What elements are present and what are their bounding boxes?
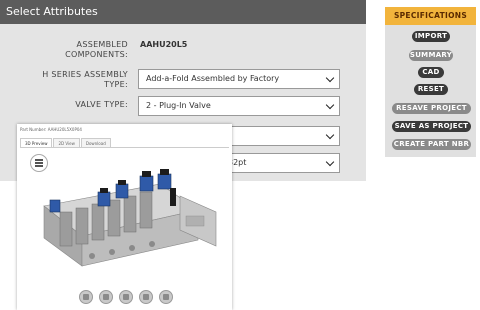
cube-view-icon[interactable] xyxy=(79,290,93,304)
part-viewer: Part Number: AAHU20L5X0P04 3D Preview 2D… xyxy=(17,124,232,310)
specifications-panel: SPECIFICATIONS IMPORT SUMMARY CAD RESET … xyxy=(385,7,476,157)
h-series-label: H SERIES ASSEMBLY TYPE: xyxy=(42,70,128,89)
shaded-view-icon[interactable] xyxy=(159,290,173,304)
assembled-components-label: ASSEMBLED COMPONENTS: xyxy=(65,40,128,59)
iso-view-icon[interactable] xyxy=(119,290,133,304)
assembled-components-value: AAHU20L5 xyxy=(140,40,188,49)
part-number: Part Number: AAHU20L5X0P04 xyxy=(20,127,82,132)
valve-type-select[interactable]: 2 - Plug-In Valve xyxy=(138,96,340,116)
chevron-down-icon xyxy=(325,157,335,167)
chevron-down-icon xyxy=(325,73,335,83)
chevron-down-icon xyxy=(325,130,335,140)
wireframe-icon[interactable] xyxy=(99,290,113,304)
h-series-select[interactable]: Add-a-Fold Assembled by Factory xyxy=(138,69,340,89)
tab-download[interactable]: Download xyxy=(80,138,111,147)
import-button[interactable]: IMPORT xyxy=(412,31,450,42)
layers-icon[interactable] xyxy=(139,290,153,304)
save-as-project-button[interactable]: SAVE AS PROJECT xyxy=(392,121,471,132)
h-series-select-value: Add-a-Fold Assembled by Factory xyxy=(146,74,280,83)
create-part-number-button[interactable]: CREATE PART NBR xyxy=(392,139,471,150)
summary-button[interactable]: SUMMARY xyxy=(409,50,453,61)
viewer-tabs: 3D Preview 2D View Download xyxy=(20,138,112,147)
tab-3d-preview[interactable]: 3D Preview xyxy=(20,138,53,147)
resave-project-button[interactable]: RESAVE PROJECT xyxy=(392,103,471,114)
valve-type-select-value: 2 - Plug-In Valve xyxy=(146,101,211,110)
valve-manifold-model xyxy=(43,169,217,267)
cad-button[interactable]: CAD xyxy=(418,67,444,78)
3d-canvas[interactable] xyxy=(20,147,229,308)
valve-type-label: VALVE TYPE: xyxy=(75,100,128,109)
panel-title: Select Attributes xyxy=(0,0,366,24)
specifications-header: SPECIFICATIONS xyxy=(385,7,476,25)
tab-2d-view[interactable]: 2D View xyxy=(53,138,80,147)
reset-button[interactable]: RESET xyxy=(414,84,448,95)
chevron-down-icon xyxy=(325,100,335,110)
